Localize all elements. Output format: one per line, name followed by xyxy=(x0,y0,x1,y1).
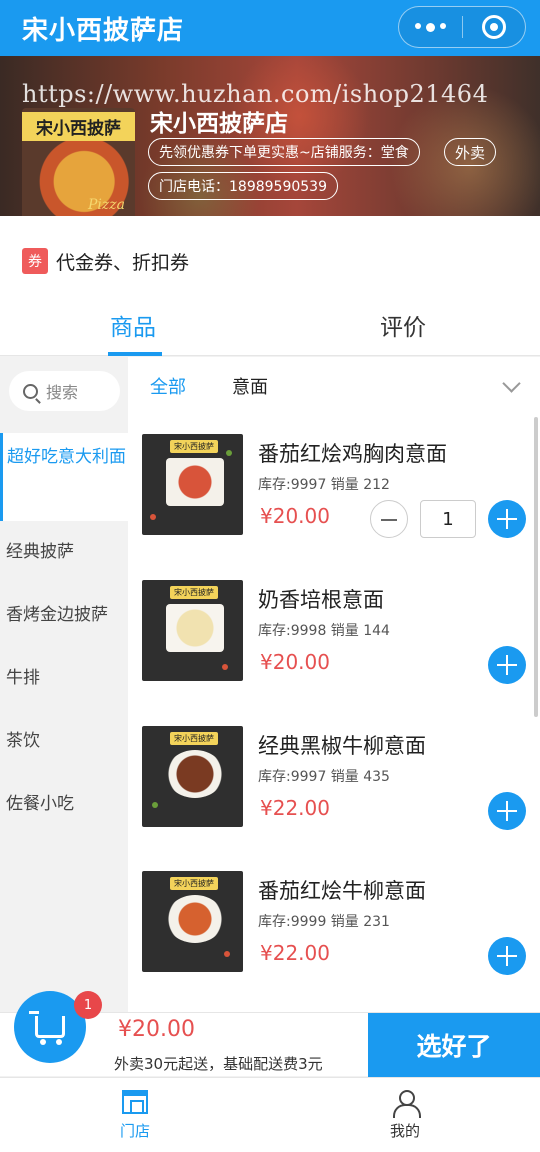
coupon-icon: 券 xyxy=(22,248,48,274)
nav-mine[interactable]: 我的 xyxy=(365,1090,445,1141)
product-stock-sales: 库存:9999 销量 231 xyxy=(258,914,390,930)
sidebar-item-pasta[interactable]: 超好吃意大利面 xyxy=(0,433,128,521)
top-bar: 宋小西披萨店 xyxy=(0,0,540,56)
cart-count-badge: 1 xyxy=(74,991,102,1019)
add-to-cart-button[interactable] xyxy=(488,792,526,830)
product-price: ¥20.00 xyxy=(260,650,330,674)
tab-goods[interactable]: 商品 xyxy=(110,308,156,342)
store-name: 宋小西披萨店 xyxy=(150,111,288,137)
thumb-label: 宋小西披萨 xyxy=(170,440,218,453)
search-placeholder: 搜索 xyxy=(46,383,79,402)
add-to-cart-button[interactable] xyxy=(488,500,526,538)
thumb-label: 宋小西披萨 xyxy=(170,732,218,745)
delivery-info: 外卖30元起送，基础配送费3元 xyxy=(114,1055,323,1073)
promo-pill[interactable]: 先领优惠券下单更实惠~店铺服务：堂食 xyxy=(148,138,420,166)
search-input[interactable]: 搜索 xyxy=(9,371,120,411)
product-stock-sales: 库存:9998 销量 144 xyxy=(258,623,390,639)
cart-icon xyxy=(29,1011,65,1045)
subtab-pasta[interactable]: 意面 xyxy=(232,373,268,399)
coupon-text: 代金券、折扣券 xyxy=(56,252,190,274)
product-price: ¥22.00 xyxy=(260,796,330,820)
product-list: 全部 意面 宋小西披萨 番茄红烩鸡胸肉意面 库存:9997 销量 212 ¥20… xyxy=(128,357,540,1012)
more-menu-button[interactable] xyxy=(399,7,462,47)
store-banner: https://www.huzhan.com/ishop21464 宋小西披萨 … xyxy=(0,56,540,216)
dish-plate xyxy=(166,604,224,652)
dish-plate xyxy=(166,458,224,506)
list-item[interactable]: 宋小西披萨 经典黑椒牛柳意面 库存:9997 销量 435 ¥22.00 xyxy=(128,726,540,836)
more-dots-icon xyxy=(414,22,446,32)
active-tab-indicator xyxy=(108,352,162,356)
decrease-quantity-button[interactable] xyxy=(370,500,408,538)
nav-store-label: 门店 xyxy=(119,1122,150,1140)
cart-total: ¥20.00 xyxy=(118,1017,195,1042)
thumb-label: 宋小西披萨 xyxy=(170,877,218,890)
phone-pill[interactable]: 门店电话：18989590539 xyxy=(148,172,338,200)
product-stock-sales: 库存:9997 销量 212 xyxy=(258,477,390,493)
subtab-all[interactable]: 全部 xyxy=(150,373,186,399)
tab-review[interactable]: 评价 xyxy=(380,308,426,342)
coupon-row[interactable]: 券 代金券、折扣券 xyxy=(0,216,540,296)
product-image: 宋小西披萨 xyxy=(142,434,243,535)
chevron-down-icon[interactable] xyxy=(502,374,521,393)
sidebar-item-classic-pizza[interactable]: 经典披萨 xyxy=(0,534,128,570)
sidebar-item-gold-crust-pizza[interactable]: 香烤金边披萨 xyxy=(0,597,128,633)
nav-mine-label: 我的 xyxy=(389,1122,420,1140)
product-price: ¥22.00 xyxy=(260,941,330,965)
product-image: 宋小西披萨 xyxy=(142,726,243,827)
takeout-pill[interactable]: 外卖 xyxy=(444,138,497,166)
product-price: ¥20.00 xyxy=(260,504,330,528)
user-icon xyxy=(392,1090,421,1118)
product-name: 番茄红烩牛柳意面 xyxy=(258,879,426,903)
logo-text: 宋小西披萨 xyxy=(22,112,135,141)
target-circle-icon xyxy=(481,15,506,39)
product-name: 奶香培根意面 xyxy=(258,588,384,612)
app-title: 宋小西披萨店 xyxy=(22,16,185,46)
sidebar-item-snacks[interactable]: 佐餐小吃 xyxy=(0,786,128,822)
add-to-cart-button[interactable] xyxy=(488,646,526,684)
store-icon xyxy=(122,1090,148,1114)
list-item[interactable]: 宋小西披萨 番茄红烩鸡胸肉意面 库存:9997 销量 212 ¥20.00 1 xyxy=(128,434,540,544)
store-logo: 宋小西披萨 Pizza xyxy=(22,108,135,216)
nav-store[interactable]: 门店 xyxy=(95,1090,175,1141)
cart-bar: 1 ¥20.00 外卖30元起送，基础配送费3元 选好了 xyxy=(0,991,540,1077)
close-mini-program-button[interactable] xyxy=(463,7,526,47)
product-name: 经典黑椒牛柳意面 xyxy=(258,734,426,758)
quantity-field[interactable]: 1 xyxy=(420,500,476,538)
product-image: 宋小西披萨 xyxy=(142,580,243,681)
search-icon xyxy=(23,383,38,399)
list-item[interactable]: 宋小西披萨 番茄红烩牛柳意面 库存:9999 销量 231 ¥22.00 xyxy=(128,871,540,981)
add-to-cart-button[interactable] xyxy=(488,937,526,975)
category-sidebar: 搜索 超好吃意大利面 经典披萨 香烤金边披萨 牛排 茶饮 佐餐小吃 xyxy=(0,357,128,1012)
list-item[interactable]: 宋小西披萨 奶香培根意面 库存:9998 销量 144 ¥20.00 xyxy=(128,580,540,690)
logo-pizza-word: Pizza xyxy=(88,197,125,213)
main-tabs: 商品 评价 xyxy=(0,296,540,356)
dish-plate xyxy=(166,895,224,943)
checkout-button[interactable]: 选好了 xyxy=(368,1013,540,1077)
product-name: 番茄红烩鸡胸肉意面 xyxy=(258,442,447,466)
product-image: 宋小西披萨 xyxy=(142,871,243,972)
mini-program-capsule xyxy=(398,6,526,48)
product-stock-sales: 库存:9997 销量 435 xyxy=(258,769,390,785)
thumb-label: 宋小西披萨 xyxy=(170,586,218,599)
sidebar-item-steak[interactable]: 牛排 xyxy=(0,660,128,696)
dish-plate xyxy=(166,750,224,798)
bottom-nav: 门店 我的 xyxy=(0,1077,540,1152)
sidebar-item-tea[interactable]: 茶饮 xyxy=(0,723,128,759)
